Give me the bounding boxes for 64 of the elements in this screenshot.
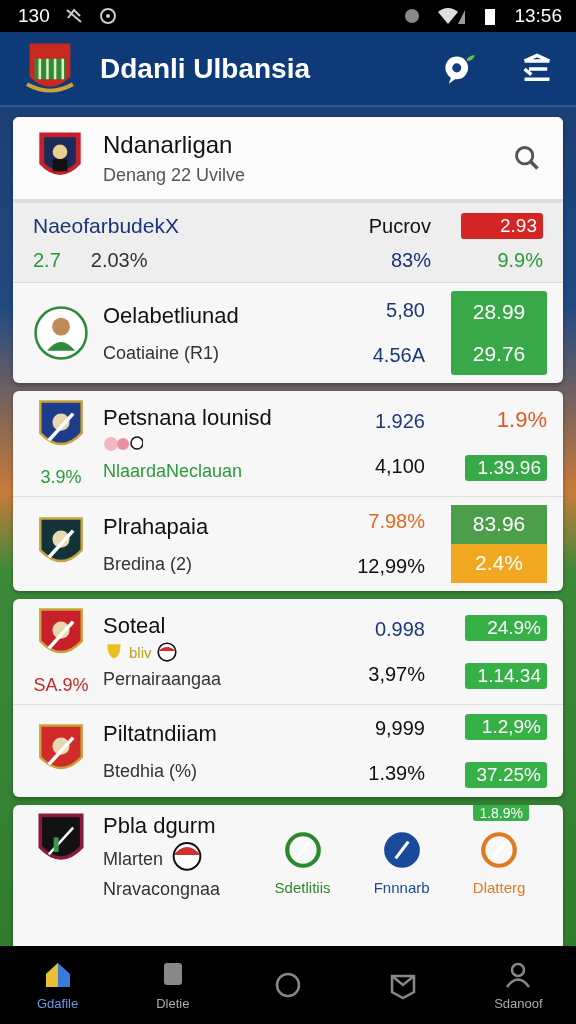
nav-tab[interactable]: Gdafile	[22, 959, 93, 1011]
nav-label: Gdafile	[37, 995, 79, 1011]
odds-badge: 1.8.9%	[473, 805, 529, 821]
stat-value: 5,80	[386, 299, 425, 322]
summary-value: 2.7	[33, 249, 61, 272]
percent-tag: SA.9%	[33, 675, 89, 696]
sync-icon	[97, 6, 118, 26]
odds-badge: 1.2,9%	[465, 714, 547, 740]
shortcut-link[interactable]: Fnnnarb	[373, 829, 430, 896]
shortcut-label: Sdetlitiis	[274, 879, 331, 896]
odds-badge: 1.14.34	[465, 662, 547, 689]
shortcut-label: Fnnnarb	[373, 879, 430, 896]
app-title: Ddanli Ulbansia	[100, 52, 311, 85]
status-text: 130	[18, 5, 50, 27]
nav-label: Sdanoof	[494, 995, 543, 1011]
odds-value: 29.76	[451, 333, 547, 375]
team-subtitle: Mlarten	[103, 848, 164, 870]
odds-value: 2.4%	[451, 544, 547, 583]
column-label: Pucrov	[367, 214, 431, 238]
stat-value: 12,99%	[357, 555, 425, 578]
odds-value: 83.96	[451, 505, 547, 544]
league-title: Ndanarligan	[103, 130, 234, 159]
nav-tab[interactable]: Dletie	[137, 959, 208, 1011]
percent-value: 9.9%	[496, 249, 543, 272]
stat-value: 9,999	[374, 717, 425, 740]
stat-value: 1.39%	[368, 762, 425, 785]
league-subtitle: Denang 22 Uvilve	[103, 164, 246, 186]
stat-value: 3,97%	[368, 662, 425, 686]
team-name: Oelabetliunad	[103, 302, 240, 329]
odds-badge: 2.93	[461, 213, 543, 239]
percent-value: 83%	[389, 249, 431, 272]
shortcut-label: Dlatterg	[472, 879, 526, 896]
odds-value: 28.99	[451, 291, 547, 333]
stat-value: 4,100	[374, 454, 425, 478]
team-name: Plrahapaia	[103, 513, 210, 540]
status-time: 13:56	[514, 5, 562, 27]
summary-label: NaeofarbudekX	[33, 214, 179, 238]
odds-badge: 1.39.96	[465, 454, 547, 481]
ball-icon	[155, 641, 178, 663]
percent-value: 1.9%	[496, 406, 547, 433]
stat-value: 1.926	[374, 409, 425, 433]
stat-value: 4.56A	[372, 344, 425, 367]
team-name: Petsnana lounisd	[103, 405, 273, 431]
percent-tag: 3.9%	[40, 467, 82, 488]
nav-label: Dletie	[156, 995, 190, 1011]
stat-value: 7.98%	[368, 510, 425, 533]
shortcut-link[interactable]: Sdetlitiis	[274, 829, 331, 896]
summary-value: 2.03%	[90, 249, 148, 272]
stat-value: 0.998	[374, 617, 425, 641]
team-subtitle: Nravacongnaa	[103, 879, 222, 900]
team-subtitle: Coatiaine (R1)	[103, 342, 221, 364]
team-subtitle: Btedhia (%)	[103, 760, 199, 782]
team-subtitle: NlaardaNeclauan	[103, 461, 244, 482]
nav-tab[interactable]: Sdanoof	[483, 959, 554, 1011]
team-subtitle: Bredina (2)	[103, 553, 194, 575]
odds-badge: 24.9%	[465, 614, 547, 641]
team-name: Soteal	[103, 613, 167, 639]
signal-icon	[436, 6, 467, 26]
team-name: Pbla dgurm	[103, 813, 217, 839]
odds-badge: 37.25%	[465, 762, 547, 788]
note-text: bliv	[129, 643, 152, 661]
search-icon[interactable]	[513, 144, 541, 172]
team-name: Piltatndiiam	[103, 720, 218, 747]
team-subtitle: Pernairaangaa	[103, 669, 223, 690]
